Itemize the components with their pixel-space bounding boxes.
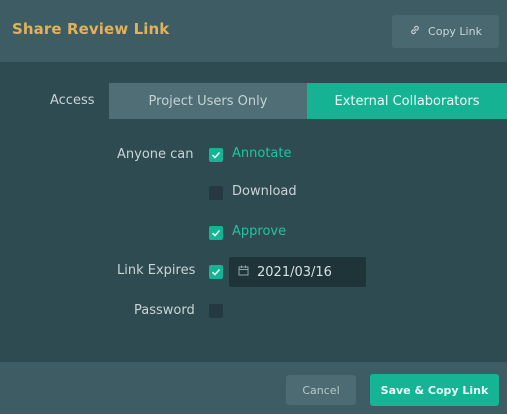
link-icon (409, 24, 421, 39)
password-checkbox[interactable] (209, 304, 223, 318)
download-label: Download (232, 184, 297, 199)
link-expires-checkbox[interactable] (209, 265, 223, 279)
access-label: Access (50, 93, 95, 108)
copy-link-label: Copy Link (428, 25, 482, 38)
access-option-project-users[interactable]: Project Users Only (109, 83, 307, 119)
annotate-checkbox[interactable] (209, 148, 223, 162)
anyone-can-label: Anyone can (117, 147, 194, 162)
link-expires-label: Link Expires (117, 263, 196, 278)
check-icon (211, 151, 221, 159)
copy-link-button[interactable]: Copy Link (392, 15, 499, 48)
download-checkbox[interactable] (209, 186, 223, 200)
expiry-date-field[interactable]: 2021/03/16 (229, 257, 366, 287)
approve-label: Approve (232, 224, 287, 239)
password-label: Password (134, 303, 195, 318)
check-icon (211, 268, 221, 276)
calendar-icon (238, 265, 249, 280)
save-copy-link-button[interactable]: Save & Copy Link (370, 374, 499, 406)
check-icon (211, 229, 221, 237)
share-review-link-dialog: Share Review Link Copy Link Access Proje… (0, 0, 507, 414)
access-toggle[interactable]: Project Users Only External Collaborator… (109, 83, 507, 119)
access-option-external-collaborators[interactable]: External Collaborators (307, 83, 507, 119)
dialog-header: Share Review Link Copy Link (0, 0, 507, 62)
dialog-title: Share Review Link (12, 20, 170, 38)
annotate-label: Annotate (232, 146, 292, 161)
cancel-button[interactable]: Cancel (286, 375, 356, 405)
approve-checkbox[interactable] (209, 226, 223, 240)
expiry-date-value: 2021/03/16 (257, 264, 332, 280)
